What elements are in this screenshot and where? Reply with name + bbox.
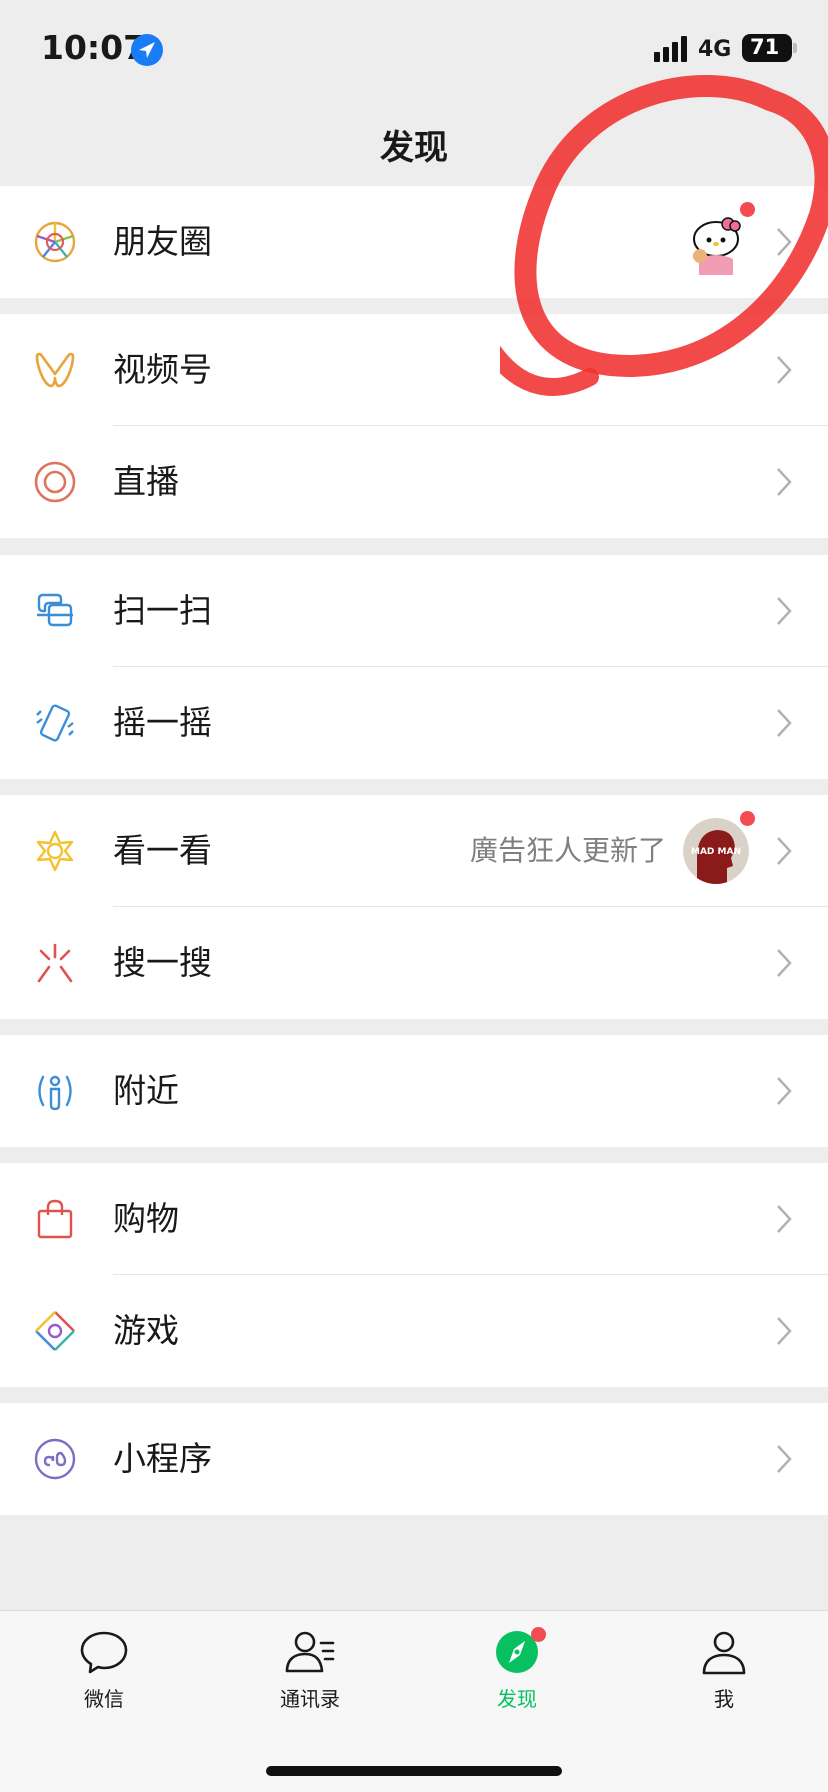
row-scan[interactable]: 扫一扫: [0, 555, 828, 667]
row-live[interactable]: 直播: [0, 426, 828, 538]
chevron-right-icon: [777, 1317, 792, 1345]
row-label-nearby: 附近: [113, 1071, 179, 1110]
top-stories-icon: [36, 830, 74, 872]
scan-icon: [37, 593, 73, 627]
games-icon: [35, 1311, 75, 1351]
battery-level: 71: [750, 35, 780, 59]
battery-icon: 71: [742, 34, 797, 62]
group-nearby: 附近: [0, 1035, 828, 1147]
chevron-right-icon: [777, 709, 792, 737]
tab-label-me: 我: [714, 1687, 734, 1711]
row-channels[interactable]: 视频号: [0, 314, 828, 426]
moments-icon: [34, 221, 76, 263]
status-bar: 10:07 4G 71: [0, 0, 828, 96]
group-channels: 视频号 直播: [0, 314, 828, 538]
home-indicator: [266, 1766, 562, 1776]
contacts-icon: [285, 1631, 335, 1673]
tab-label-discover: 发现: [497, 1687, 537, 1711]
group-shopping: 购物 游戏: [0, 1163, 828, 1387]
tab-label-contacts: 通讯录: [280, 1687, 340, 1711]
group-moments: 朋友圈: [0, 186, 828, 298]
row-shopping[interactable]: 购物: [0, 1163, 828, 1275]
location-arrow-icon: [131, 34, 163, 66]
tab-me[interactable]: 我: [664, 1627, 784, 1727]
row-top-stories[interactable]: 看一看 廣告狂人更新了 MAD MAN: [0, 795, 828, 907]
row-label-shake: 摇一摇: [113, 703, 212, 742]
top-stories-unread-badge: [740, 811, 755, 826]
row-mini-programs[interactable]: 小程序: [0, 1403, 828, 1515]
tab-contacts[interactable]: 通讯录: [250, 1627, 370, 1727]
nearby-icon: [38, 1075, 72, 1111]
chat-icon: [80, 1631, 128, 1674]
channels-icon: [35, 352, 75, 388]
mini-programs-icon: [34, 1438, 76, 1480]
row-label-shopping: 购物: [113, 1199, 179, 1238]
page-title: 发现: [380, 128, 448, 168]
chevron-right-icon: [777, 1077, 792, 1105]
top-stories-update-text: 廣告狂人更新了: [469, 834, 666, 867]
chevron-right-icon: [777, 1205, 792, 1233]
chevron-right-icon: [777, 1445, 792, 1473]
chevron-right-icon: [777, 356, 792, 384]
row-label-search: 搜一搜: [113, 943, 212, 982]
row-label-games: 游戏: [113, 1311, 179, 1350]
me-icon: [702, 1631, 746, 1675]
tab-discover[interactable]: 发现: [457, 1627, 577, 1727]
chevron-right-icon: [777, 597, 792, 625]
row-label-top-stories: 看一看: [113, 831, 212, 870]
moments-avatar: [683, 209, 749, 275]
chevron-right-icon: [777, 949, 792, 977]
discover-tab-badge: [531, 1627, 546, 1642]
chevron-right-icon: [777, 228, 792, 256]
tab-chats[interactable]: 微信: [44, 1627, 164, 1727]
shake-icon: [36, 704, 74, 742]
signal-icon: [654, 36, 687, 62]
row-label-live: 直播: [113, 462, 179, 501]
group-scan: 扫一扫 摇一摇: [0, 555, 828, 779]
search-icon: [37, 943, 73, 983]
row-label-mini-programs: 小程序: [113, 1439, 212, 1478]
network-type: 4G: [698, 37, 732, 62]
shopping-icon: [37, 1199, 73, 1239]
top-stories-avatar: MAD MAN: [683, 818, 749, 884]
row-label-scan: 扫一扫: [113, 591, 212, 630]
top-stories-avatar-text: MAD MAN: [691, 847, 741, 857]
row-label-moments: 朋友圈: [113, 222, 212, 261]
row-moments[interactable]: 朋友圈: [0, 186, 828, 298]
live-icon: [34, 461, 76, 503]
group-top-stories: 看一看 廣告狂人更新了 MAD MAN 搜一搜: [0, 795, 828, 1019]
moments-unread-badge: [740, 202, 755, 217]
row-shake[interactable]: 摇一摇: [0, 667, 828, 779]
chevron-right-icon: [777, 468, 792, 496]
group-mini-programs: 小程序: [0, 1403, 828, 1515]
row-nearby[interactable]: 附近: [0, 1035, 828, 1147]
row-label-channels: 视频号: [113, 350, 212, 389]
tab-bar: 微信 通讯录 发现 我: [0, 1610, 828, 1792]
chevron-right-icon: [777, 837, 792, 865]
row-games[interactable]: 游戏: [0, 1275, 828, 1387]
tab-label-chats: 微信: [84, 1687, 124, 1711]
row-search[interactable]: 搜一搜: [0, 907, 828, 1019]
